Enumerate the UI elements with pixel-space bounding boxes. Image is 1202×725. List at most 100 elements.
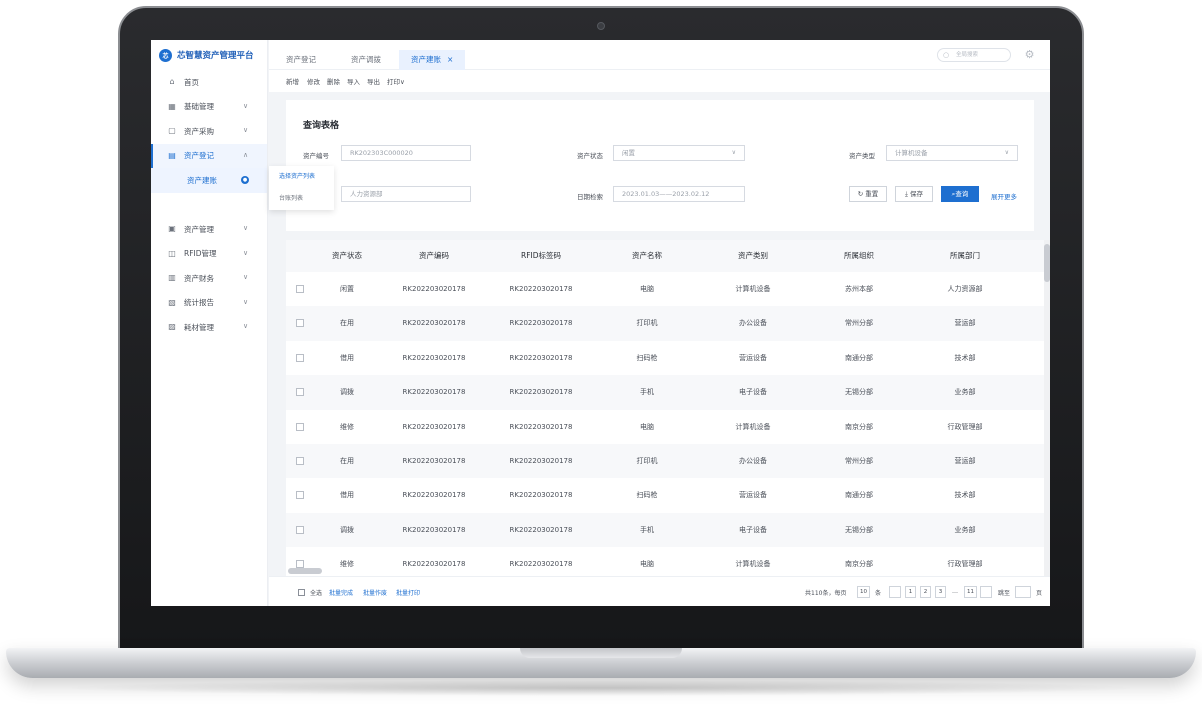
page-button[interactable]: 11 [964, 586, 977, 598]
column-header[interactable]: 资产名称 [594, 240, 700, 272]
date-range-input[interactable]: 2023.01.03——2023.02.12 [613, 186, 745, 202]
refresh-icon: ↻ [857, 190, 864, 198]
table-row[interactable]: 借用 RK202203020178 RK202203020178 扫码枪 营运设备 南通分… [286, 341, 1044, 375]
page-button[interactable]: 2 [920, 586, 931, 598]
table-cell: 营运设备 [739, 353, 767, 362]
query-card: 查询表格 资产编号 RK202303C000020 资产状态 闲置 ∨ 资产类型… [286, 100, 1034, 231]
row-checkbox[interactable] [296, 353, 304, 362]
column-header[interactable]: 资产编码 [380, 240, 488, 272]
reset-button[interactable]: ↻ 重置 [849, 186, 887, 202]
table-cell: RK202203020178 [509, 319, 573, 328]
batch-print-link[interactable]: 批量打印 [396, 588, 420, 597]
row-checkbox[interactable] [296, 319, 304, 328]
page-size-select[interactable]: 10 [857, 586, 870, 598]
asset-type-value: 计算机设备 [895, 149, 928, 157]
batch-void-link[interactable]: 批量作废 [363, 588, 387, 597]
table-row[interactable]: 调拨 RK202203020178 RK202203020178 手机 电子设备 无锡分部… [286, 512, 1044, 548]
laptop-frame: 芯 芯智慧资产管理平台 ⌂ 首页 ▦ 基础管理 ∨ ▢ 资产采购 ∨ ▤ 资产登… [0, 0, 1202, 725]
sidebar-item-purchase[interactable]: ▢ 资产采购 ∨ [151, 119, 267, 144]
table-cell: 办公设备 [739, 319, 767, 328]
sidebar-item-basic[interactable]: ▦ 基础管理 ∨ [151, 95, 267, 120]
edit-button[interactable]: 修改 [307, 76, 320, 86]
table-cell: RK202203020178 [402, 388, 466, 397]
asset-no-label: 资产编号 [303, 152, 329, 160]
tab-transfer[interactable]: 资产调拨 [351, 50, 381, 70]
department-input[interactable]: 人力资源部 [341, 186, 471, 202]
row-checkbox[interactable] [296, 388, 304, 397]
table-row[interactable]: 借用 RK202203020178 RK202203020178 扫码枪 营运设备 南通分… [286, 478, 1044, 512]
sidebar-item-rfid[interactable]: ◫ RFID管理 ∨ [151, 242, 267, 267]
import-button[interactable]: 导入 [347, 76, 360, 86]
laptop-shadow [60, 680, 1142, 696]
goto-page-input[interactable] [1015, 586, 1031, 598]
row-checkbox[interactable] [296, 422, 304, 431]
brand-name: 芯智慧资产管理平台 [177, 51, 254, 61]
sidebar-item-supplies[interactable]: ▨ 耗材管理 ∨ [151, 315, 267, 340]
prev-page-button[interactable] [889, 586, 901, 598]
column-header[interactable]: 资产类别 [700, 240, 806, 272]
flyout-item-select-list[interactable]: 选择资产列表 [269, 166, 334, 188]
close-icon[interactable]: × [447, 55, 453, 64]
table-cell: 营运部 [954, 319, 976, 328]
search-placeholder: 全局搜索 [956, 52, 979, 58]
sidebar-item-home[interactable]: ⌂ 首页 [151, 70, 267, 95]
next-page-button[interactable] [980, 586, 992, 598]
chevron-down-icon: ∨ [1004, 149, 1009, 156]
sidebar: 芯 芯智慧资产管理平台 ⌂ 首页 ▦ 基础管理 ∨ ▢ 资产采购 ∨ ▤ 资产登… [151, 40, 268, 606]
camera-icon [597, 22, 605, 30]
row-checkbox[interactable] [296, 457, 304, 465]
sidebar-subitem-accounting[interactable]: 资产建账 ● [151, 168, 267, 193]
table-cell: RK202203020178 [509, 560, 573, 569]
table-row[interactable]: 在用 RK202203020178 RK202203020178 打印机 办公设备 常州分… [286, 444, 1044, 479]
column-header[interactable]: 所属部门 [912, 240, 1018, 272]
table-row[interactable]: 调拨 RK202203020178 RK202203020178 手机 电子设备 无锡分部… [286, 375, 1044, 410]
add-button[interactable]: 新增 [286, 76, 299, 86]
table-row[interactable]: 维修 RK202203020178 RK202203020178 电脑 计算机设备 南京分… [286, 410, 1044, 444]
select-all-checkbox[interactable] [298, 589, 305, 596]
brand[interactable]: 芯 芯智慧资产管理平台 [151, 40, 267, 70]
sidebar-item-report[interactable]: ▧ 统计报告 ∨ [151, 291, 267, 316]
column-header[interactable]: 所属组织 [806, 240, 912, 272]
scrollbar-thumb[interactable] [1044, 244, 1050, 282]
sidebar-item-finance[interactable]: ▥ 资产财务 ∨ [151, 266, 267, 291]
search-button[interactable]: ⌕查询 [941, 186, 979, 202]
batch-complete-link[interactable]: 批量完成 [329, 588, 353, 597]
table-row[interactable]: 在用 RK202203020178 RK202203020178 打印机 办公设备 常州分… [286, 306, 1044, 341]
tab-accounting[interactable]: 资产建账 × [399, 50, 466, 70]
horizontal-scrollbar-thumb[interactable] [288, 568, 322, 574]
sidebar-item-asset-manage[interactable]: ▣ 资产管理 ∨ [151, 217, 267, 242]
table-header: 资产状态 资产编码 RFID标签码 资产名称 资产类别 所属组织 所属部门 [286, 240, 1044, 272]
supplies-icon: ▨ [168, 322, 176, 332]
table-cell: RK202203020178 [509, 353, 573, 362]
global-search-input[interactable]: ○ 全局搜索 [937, 48, 1011, 62]
gear-icon[interactable]: ⚙ [1023, 48, 1036, 61]
sidebar-item-register[interactable]: ▤ 资产登记 ∧ [151, 143, 267, 168]
page-button[interactable]: 3 [935, 586, 946, 598]
expand-more-link[interactable]: 展开更多 [991, 191, 1017, 201]
table-cell: 借用 [340, 353, 354, 362]
table-cell: RK202203020178 [402, 560, 466, 569]
flyout-item-ledger-list[interactable]: 台账列表 [269, 188, 334, 210]
row-checkbox[interactable] [296, 525, 304, 534]
sidebar-item-label: 耗材管理 [184, 322, 214, 332]
row-checkbox[interactable] [296, 491, 304, 500]
delete-button[interactable]: 删除 [327, 76, 340, 86]
print-button[interactable]: 打印∨ [387, 76, 405, 86]
toolbar: 新增 修改 删除 导入 导出 打印∨ [269, 70, 1050, 92]
column-header[interactable]: 资产状态 [314, 240, 380, 272]
table-row[interactable]: 闲置 RK202203020178 RK202203020178 电脑 计算机设备 苏州本… [286, 272, 1044, 306]
asset-no-input[interactable]: RK202303C000020 [341, 145, 471, 161]
save-button[interactable]: ⤓ 保存 [895, 186, 933, 202]
chevron-down-icon: ∨ [243, 101, 249, 110]
asset-status-select[interactable]: 闲置 ∨ [613, 145, 745, 161]
asset-type-select[interactable]: 计算机设备 ∨ [886, 145, 1018, 161]
export-button[interactable]: 导出 [367, 76, 380, 86]
row-checkbox[interactable] [296, 560, 304, 569]
row-checkbox[interactable] [296, 285, 304, 293]
column-header[interactable]: RFID标签码 [488, 240, 594, 272]
vertical-scrollbar[interactable] [1044, 240, 1050, 576]
brand-logo-icon: 芯 [159, 48, 172, 62]
page-button[interactable]: 1 [905, 586, 916, 598]
table-row[interactable]: 维修 RK202203020178 RK202203020178 电脑 计算机设备 南京分… [286, 547, 1044, 576]
tab-register[interactable]: 资产登记 [286, 50, 316, 70]
